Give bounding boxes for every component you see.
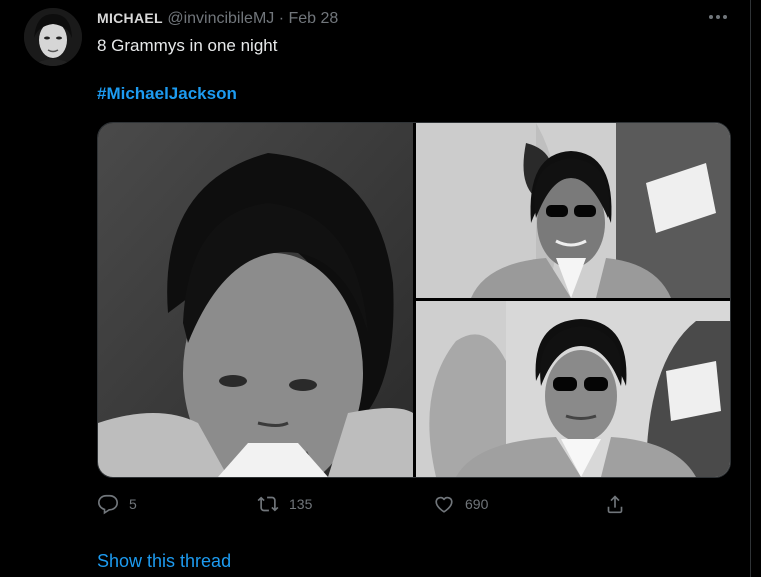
hashtag-link[interactable]: #MichaelJackson: [97, 84, 237, 104]
like-count: 690: [465, 496, 489, 512]
photo-2[interactable]: [416, 123, 730, 298]
photo-1-image: [98, 123, 413, 477]
share-button[interactable]: [604, 493, 626, 515]
show-thread-link[interactable]: Show this thread: [97, 551, 231, 572]
reply-count: 5: [129, 496, 137, 512]
avatar-image: [24, 8, 82, 66]
tweet-actions: 5 135 690: [97, 493, 637, 517]
tweet-text: 8 Grammys in one night: [97, 36, 278, 55]
tweet-date[interactable]: Feb 28: [289, 10, 339, 27]
retweet-count: 135: [289, 496, 313, 512]
retweet-button[interactable]: 135: [257, 493, 312, 515]
tweet-header: MICHAEL @invincibileMJ · Feb 28: [97, 10, 338, 28]
share-icon: [607, 495, 623, 514]
avatar[interactable]: [24, 8, 82, 66]
reply-icon: [98, 494, 118, 515]
photo-2-image: [416, 123, 730, 298]
like-button[interactable]: 690: [433, 493, 488, 515]
author-handle[interactable]: @invincibileMJ: [167, 10, 274, 27]
header-separator: ·: [278, 10, 285, 27]
timeline-right-border: [750, 0, 751, 577]
author-name[interactable]: MICHAEL: [97, 10, 163, 26]
retweet-icon: [257, 496, 279, 512]
heart-icon: [435, 496, 453, 513]
media-grid: [97, 122, 731, 478]
photo-3-image: [416, 301, 730, 477]
more-options-button[interactable]: [705, 10, 731, 26]
reply-button[interactable]: 5: [97, 493, 137, 515]
photo-3[interactable]: [416, 301, 730, 477]
photo-1[interactable]: [98, 123, 413, 477]
more-horizontal-icon: [709, 15, 727, 19]
